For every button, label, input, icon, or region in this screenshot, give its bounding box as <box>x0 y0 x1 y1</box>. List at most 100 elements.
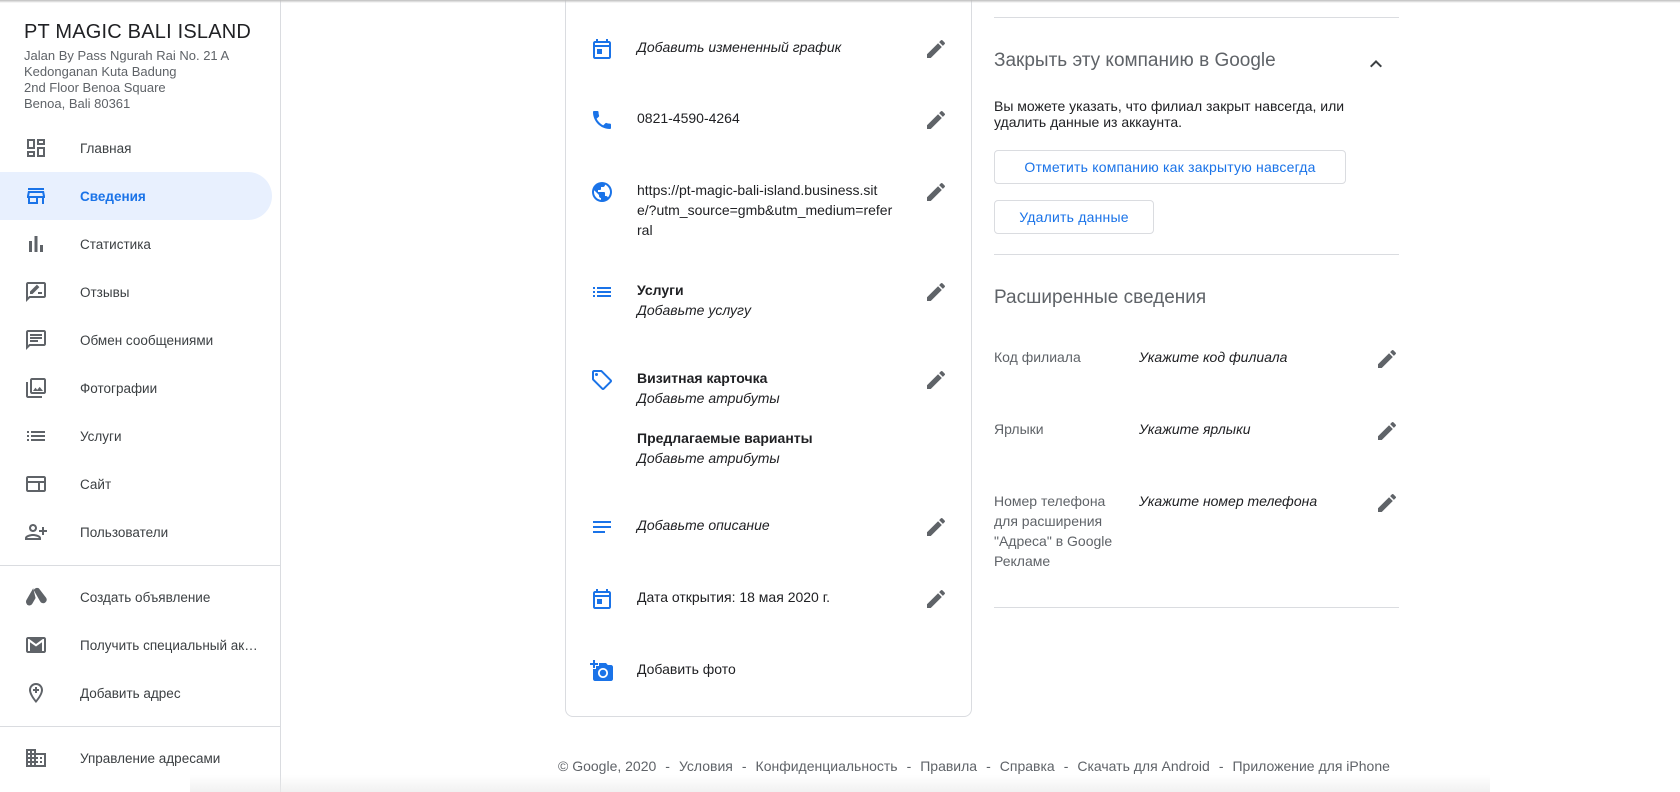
copyright: © Google, 2020 <box>558 758 657 774</box>
footer-separator: - <box>986 758 991 774</box>
sidebar-item-label: Фотографии <box>80 380 158 396</box>
sidebar-item-label: Управление адресами <box>80 750 221 766</box>
footer-link-policies[interactable]: Правила <box>920 758 977 774</box>
services-value: Добавьте услугу <box>637 302 751 318</box>
footer-link-terms[interactable]: Условия <box>679 758 733 774</box>
edit-attributes-icon[interactable] <box>924 368 948 392</box>
sidebar-item-reviews[interactable]: Отзывы <box>0 268 272 316</box>
sidebar-item-label: Получить специальный акк... <box>80 637 258 653</box>
sidebar-item-photos[interactable]: Фотографии <box>0 364 272 412</box>
domain-icon <box>26 749 46 767</box>
web-icon <box>26 476 46 492</box>
sidebar-item-users[interactable]: Пользователи <box>0 508 272 556</box>
footer-link-android[interactable]: Скачать для Android <box>1077 758 1209 774</box>
close-business-title: Закрыть эту компанию в Google <box>994 50 1276 71</box>
footer: © Google, 2020 - Условия - Конфиденциаль… <box>558 758 1390 774</box>
website-value: https://pt-magic-bali-island.business.si… <box>637 180 899 240</box>
sidebar-item-stats[interactable]: Статистика <box>0 220 272 268</box>
sidebar-divider <box>0 726 280 727</box>
store-code-label: Код филиала <box>994 349 1081 365</box>
add-photo-icon <box>590 660 613 681</box>
edit-ads-phone-icon[interactable] <box>1375 491 1399 515</box>
suggested-title: Предлагаемые варианты <box>637 430 813 446</box>
sidebar-divider <box>0 565 280 566</box>
address-line: Benoa, Bali 80361 <box>24 96 131 111</box>
services-block: Услуги Добавьте услугу <box>637 280 897 320</box>
website-line: https://pt-magic-bali-island.business.si… <box>637 182 878 198</box>
add-photo-link[interactable]: Добавить фото <box>637 659 897 679</box>
add-location-icon <box>29 683 43 703</box>
sidebar-item-label: Услуги <box>80 428 122 444</box>
right-panel: Закрыть эту компанию в Google Вы можете … <box>994 0 1400 640</box>
ads-phone-value: Укажите номер телефона <box>1139 493 1318 509</box>
address-line: Jalan By Pass Ngurah Rai No. 21 A <box>24 48 230 63</box>
edit-special-hours-icon[interactable] <box>924 37 948 61</box>
edit-description-icon[interactable] <box>924 515 948 539</box>
message-icon <box>26 330 46 350</box>
sidebar-item-create-ad[interactable]: Создать объявление <box>0 573 272 621</box>
close-business-description: Вы можете указать, что филиал закрыт нав… <box>994 98 1345 130</box>
top-shadow <box>0 0 1680 3</box>
calendar-icon <box>593 39 611 59</box>
special-hours-value: Добавить измененный график <box>637 39 842 55</box>
edit-services-icon[interactable] <box>924 280 948 304</box>
footer-separator: - <box>906 758 912 774</box>
footer-link-privacy[interactable]: Конфиденциальность <box>756 758 898 774</box>
bar-chart-icon <box>29 236 43 252</box>
attributes-title: Визитная карточка <box>637 370 768 386</box>
globe-icon <box>592 182 612 202</box>
sidebar-item-home[interactable]: Главная <box>0 124 272 172</box>
sidebar-item-add-address[interactable]: Добавить адрес <box>0 669 272 717</box>
business-name: PT MAGIC BALI ISLAND <box>24 21 252 43</box>
google-ads-icon <box>26 587 47 606</box>
edit-labels-icon[interactable] <box>1375 419 1399 443</box>
edit-opening-date-icon[interactable] <box>924 587 948 611</box>
bottom-shadow <box>190 775 1490 792</box>
footer-link-help[interactable]: Справка <box>1000 758 1055 774</box>
footer-separator: - <box>741 758 747 774</box>
sidebar-item-special-account[interactable]: Получить специальный акк... <box>0 621 272 669</box>
delete-data-button[interactable]: Удалить данные <box>994 200 1154 234</box>
info-card: Добавить измененный график 0821-4590-426… <box>565 0 972 717</box>
notes-icon <box>593 521 611 533</box>
edit-store-code-icon[interactable] <box>1375 347 1399 371</box>
phone-icon <box>593 111 611 129</box>
attributes-value: Добавьте атрибуты <box>637 390 780 406</box>
labels-value: Укажите ярлыки <box>1139 421 1251 437</box>
business-address: Jalan By Pass Ngurah Rai No. 21 A Kedong… <box>24 48 229 112</box>
tag-icon <box>592 370 612 390</box>
sidebar-item-label: Создать объявление <box>80 589 211 605</box>
person-add-icon <box>25 524 47 540</box>
description-value: Добавьте описание <box>637 517 770 533</box>
website-line: ral <box>637 222 653 238</box>
footer-separator: - <box>1218 758 1224 774</box>
mark-permanently-closed-button[interactable]: Отметить компанию как закрытую навсегда <box>994 150 1346 184</box>
sidebar-item-messages[interactable]: Обмен сообщениями <box>0 316 272 364</box>
sidebar-item-info[interactable]: Сведения <box>0 172 272 220</box>
sidebar-item-website[interactable]: Сайт <box>0 460 272 508</box>
store-code-value: Укажите код филиала <box>1139 349 1288 365</box>
sidebar-item-label: Добавить адрес <box>80 685 181 701</box>
edit-website-icon[interactable] <box>924 180 948 204</box>
footer-link-iphone[interactable]: Приложение для iPhone <box>1232 758 1389 774</box>
edit-phone-icon[interactable] <box>924 108 948 132</box>
services-title: Услуги <box>637 282 684 298</box>
footer-separator: - <box>1063 758 1069 774</box>
gmail-icon <box>26 637 46 653</box>
sidebar-item-label: Сведения <box>80 188 146 204</box>
address-line: 2nd Floor Benoa Square <box>24 80 166 95</box>
sidebar-item-label: Статистика <box>80 236 151 252</box>
list-icon <box>27 431 45 441</box>
sidebar-item-label: Отзывы <box>80 284 130 300</box>
sidebar-item-services[interactable]: Услуги <box>0 412 272 460</box>
sidebar-item-label: Обмен сообщениями <box>80 332 214 348</box>
sidebar-item-label: Сайт <box>80 476 112 492</box>
sidebar-item-label: Пользователи <box>80 524 169 540</box>
footer-separator: - <box>665 758 670 774</box>
chevron-up-icon[interactable] <box>1364 52 1388 76</box>
divider <box>994 17 1399 18</box>
address-line: Kedonganan Kuta Badung <box>24 64 177 79</box>
suggested-value: Добавьте атрибуты <box>637 450 780 466</box>
rate-review-icon <box>26 282 46 302</box>
list-icon <box>593 287 611 297</box>
